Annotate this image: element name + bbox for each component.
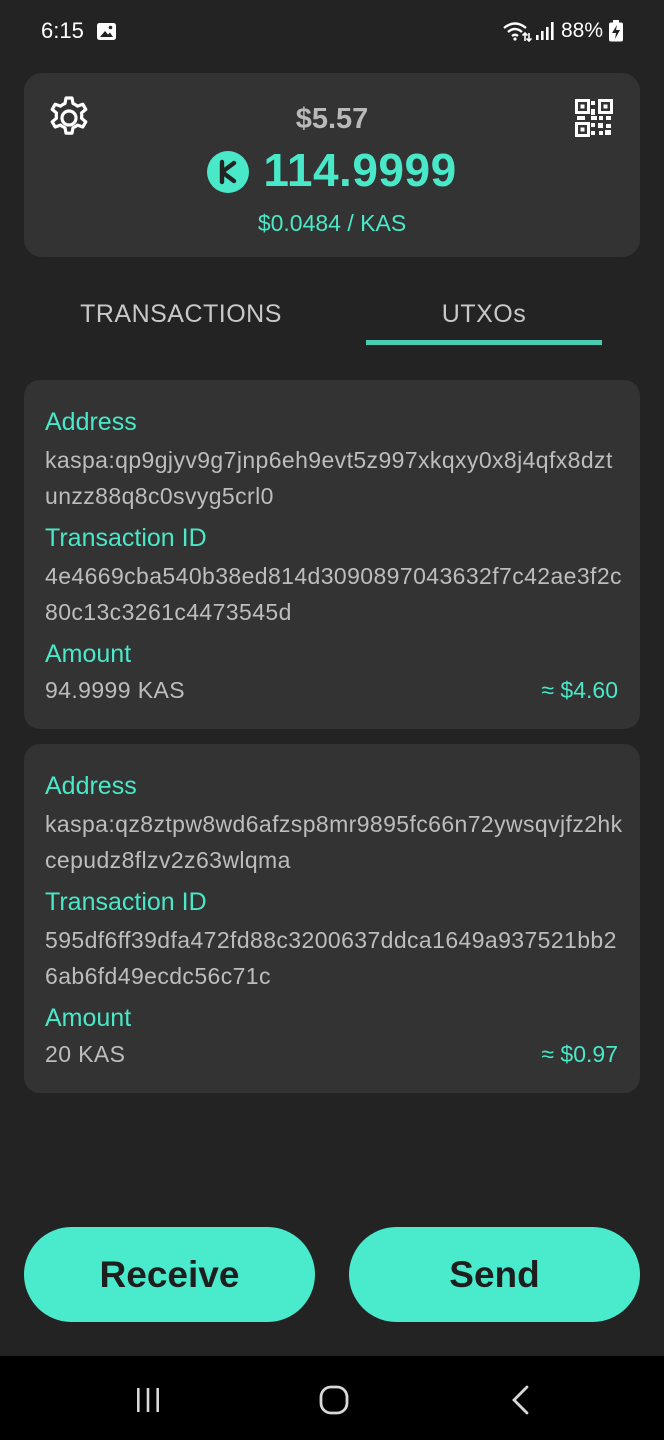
home-icon[interactable] bbox=[318, 1384, 350, 1416]
transaction-id-value: 595df6ff39dfa472fd88c3200637ddca1649a937… bbox=[45, 927, 617, 989]
transaction-id-label: Transaction ID bbox=[45, 888, 207, 916]
system-nav-bar bbox=[0, 1356, 664, 1440]
status-time: 6:15 bbox=[41, 18, 84, 43]
price-rate: $0.0484 / KAS bbox=[257, 210, 407, 236]
kas-balance: 114.9999 bbox=[263, 144, 457, 196]
utxo-card[interactable]: Address kaspa:qz8ztpw8wd6afzsp8mr9895fc6… bbox=[24, 744, 640, 1093]
battery-percent: 88% bbox=[561, 19, 604, 42]
signal-icon bbox=[536, 22, 554, 40]
receive-button[interactable]: Receive bbox=[24, 1227, 315, 1322]
recent-apps-icon[interactable] bbox=[134, 1386, 162, 1414]
amount-label: Amount bbox=[45, 640, 132, 668]
tab-transactions[interactable]: TRANSACTIONS bbox=[44, 300, 318, 350]
amount-usd-value: ≈ $4.60 bbox=[541, 677, 618, 703]
status-bar: 6:15 88% bbox=[0, 0, 664, 64]
send-button[interactable]: Send bbox=[349, 1227, 640, 1322]
tab-bar: TRANSACTIONS UTXOs bbox=[24, 290, 640, 350]
balance-card: $5.57 114.9999 $0.0484 / KAS bbox=[24, 73, 640, 257]
back-icon[interactable] bbox=[508, 1384, 532, 1416]
qr-code-icon[interactable] bbox=[575, 99, 613, 137]
kas-balance-row: 114.9999 bbox=[24, 143, 640, 197]
wifi-icon bbox=[503, 22, 532, 42]
wallet-screen: 6:15 88% $5.57 114.9999 $0.0484 / KAS TR… bbox=[0, 0, 664, 1440]
amount-usd-value: ≈ $0.97 bbox=[541, 1041, 618, 1067]
address-value: kaspa:qp9gjyv9g7jnp6eh9evt5z997xkqxy0x8j… bbox=[45, 447, 613, 509]
address-label: Address bbox=[45, 408, 137, 436]
transaction-id-label: Transaction ID bbox=[45, 524, 207, 552]
utxo-card[interactable]: Address kaspa:qp9gjyv9g7jnp6eh9evt5z997x… bbox=[24, 380, 640, 729]
gallery-icon bbox=[97, 23, 116, 40]
kaspa-logo-icon bbox=[207, 151, 250, 193]
battery-charging-icon bbox=[609, 20, 623, 42]
address-value: kaspa:qz8ztpw8wd6afzsp8mr9895fc66n72ywsq… bbox=[45, 811, 623, 873]
active-tab-indicator bbox=[366, 340, 602, 345]
amount-label: Amount bbox=[45, 1004, 132, 1032]
usd-balance: $5.57 bbox=[295, 103, 369, 135]
amount-value: 94.9999 KAS bbox=[45, 677, 185, 703]
amount-value: 20 KAS bbox=[45, 1041, 126, 1067]
transaction-id-value: 4e4669cba540b38ed814d3090897043632f7c42a… bbox=[45, 563, 622, 625]
address-label: Address bbox=[45, 772, 137, 800]
